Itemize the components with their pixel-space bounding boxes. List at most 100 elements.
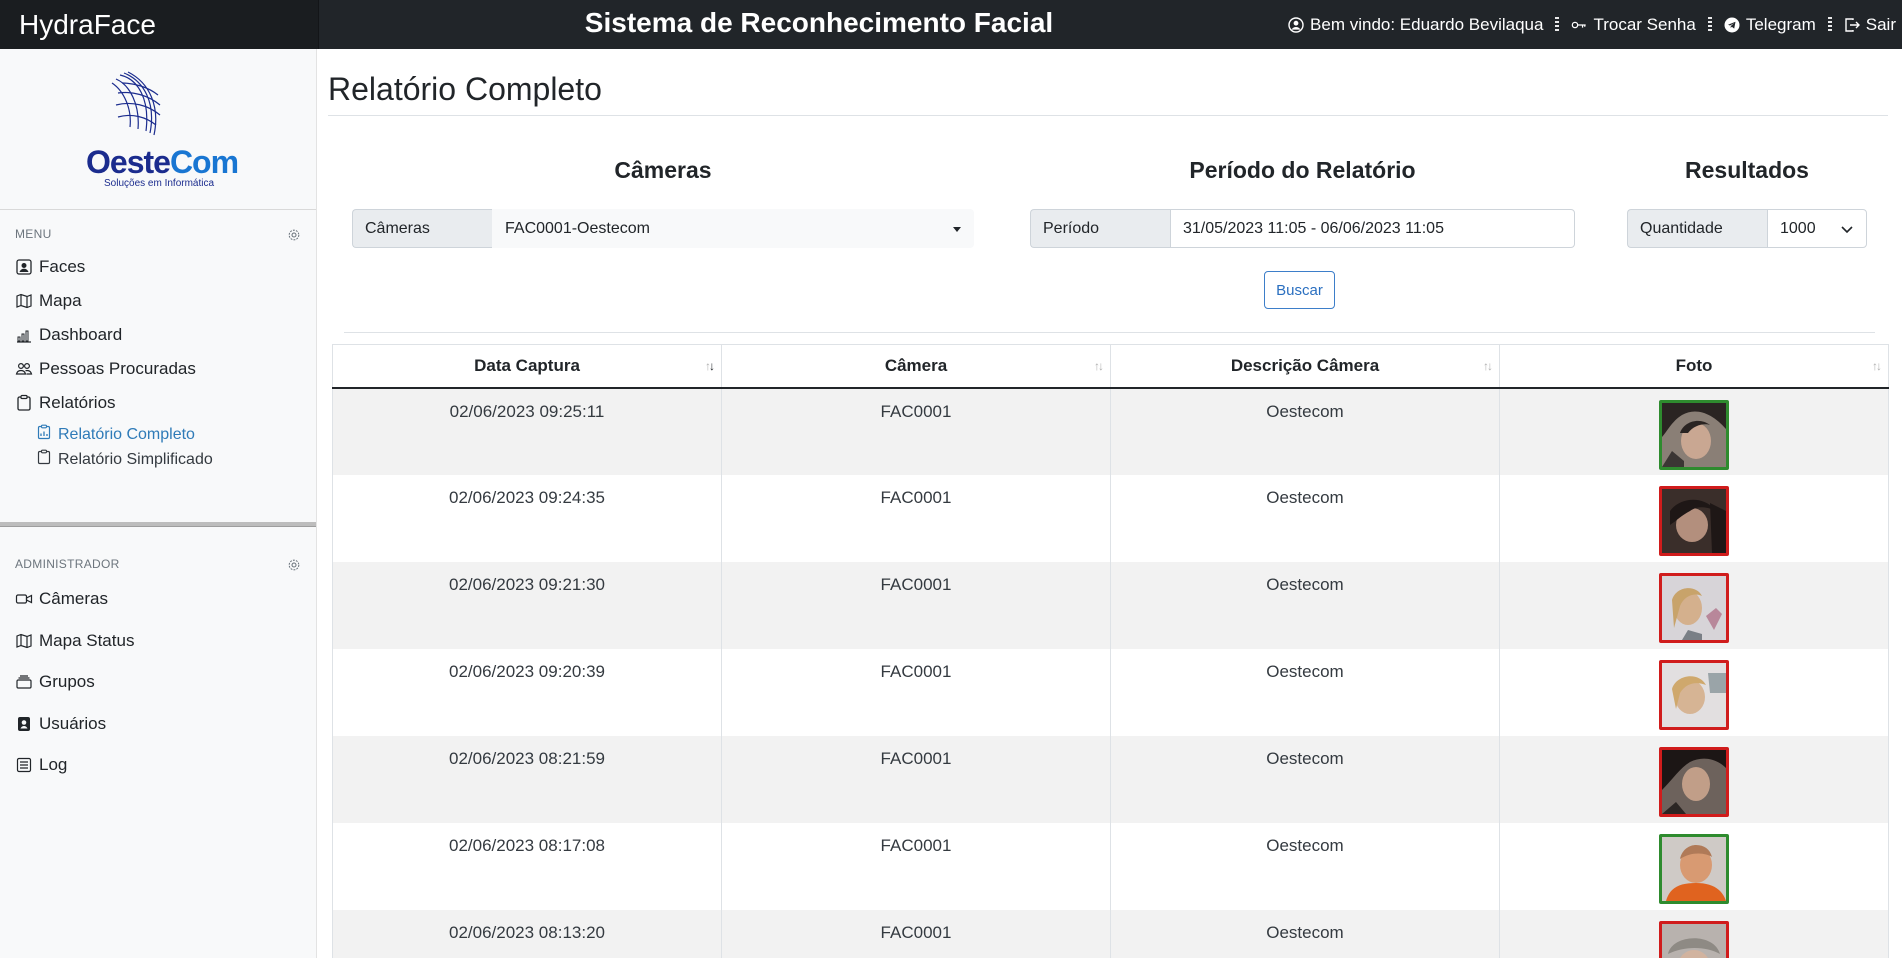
sidebar-item-label: Dashboard <box>39 325 123 344</box>
cameras-filter-group: Câmeras FAC0001-Oestecom <box>352 209 974 248</box>
title-divider <box>328 115 1888 116</box>
face-thumbnail[interactable] <box>1659 833 1729 904</box>
search-button[interactable]: Buscar <box>1264 271 1335 309</box>
cell-description: Oestecom <box>1110 822 1500 910</box>
period-filter-group: Período 31/05/2023 11:05 - 06/06/2023 11… <box>1030 209 1575 248</box>
sidebar-item-mapa-status[interactable]: Mapa Status <box>15 631 134 651</box>
table-row: 02/06/2023 09:24:35 FAC0001 Oestecom <box>332 474 1889 562</box>
cell-description: Oestecom <box>1110 909 1500 958</box>
nav-separator <box>1707 16 1712 33</box>
column-header-camera[interactable]: Câmera ↑↓ <box>721 344 1111 389</box>
sidebar-subitem-relatorio-completo[interactable]: Relatório Completo <box>36 424 195 445</box>
change-password-link[interactable]: Trocar Senha <box>1565 15 1701 35</box>
sidebar-item-label: Mapa <box>39 291 82 310</box>
cell-photo <box>1499 822 1889 910</box>
brand-logo-text[interactable]: HydraFace <box>0 0 319 49</box>
results-table: Data Captura ↑↓ Câmera ↑↓ Descrição Câmera… <box>332 344 1889 958</box>
clipboard-icon <box>36 449 52 470</box>
telegram-icon <box>1724 17 1740 33</box>
table-row: 02/06/2023 08:21:59 FAC0001 Oestecom <box>332 735 1889 823</box>
sort-icon: ↑↓ <box>1483 359 1493 373</box>
table-row: 02/06/2023 09:20:39 FAC0001 Oestecom <box>332 648 1889 736</box>
sidebar-item-label: Mapa Status <box>39 631 135 650</box>
face-thumbnail[interactable] <box>1659 485 1729 556</box>
journal-icon <box>15 756 33 774</box>
company-logo: OesteCom Soluções em Informática <box>0 49 316 209</box>
admin-section-header: ADMINISTRADOR <box>15 557 120 571</box>
sidebar-item-mapa[interactable]: Mapa <box>15 291 82 311</box>
sidebar-item-grupos[interactable]: Grupos <box>15 672 95 692</box>
column-header-data-captura[interactable]: Data Captura ↑↓ <box>332 344 722 389</box>
sort-icon: ↑↓ <box>1872 359 1882 373</box>
sidebar-divider <box>0 209 316 210</box>
sidebar-item-faces[interactable]: Faces <box>15 257 85 277</box>
face-thumbnail[interactable] <box>1659 746 1729 817</box>
sidebar-section-divider <box>0 522 316 527</box>
sidebar-item-cameras[interactable]: Câmeras <box>15 589 108 609</box>
column-header-descricao-camera[interactable]: Descrição Câmera ↑↓ <box>1110 344 1500 389</box>
face-thumbnail[interactable] <box>1659 920 1729 958</box>
logo-tagline: Soluções em Informática <box>104 178 215 189</box>
sidebar-item-label: Faces <box>39 257 86 276</box>
sidebar-item-usuarios[interactable]: Usuários <box>15 714 106 734</box>
person-circle-icon <box>1288 16 1304 33</box>
cell-photo <box>1499 561 1889 649</box>
globe-logo-icon <box>111 71 161 136</box>
quantity-select[interactable]: 1000 <box>1767 209 1867 248</box>
sidebar-item-pessoas-procuradas[interactable]: Pessoas Procuradas <box>15 359 196 379</box>
telegram-link[interactable]: Telegram <box>1718 15 1822 35</box>
person-badge-icon <box>15 258 33 276</box>
sidebar-item-relatorios[interactable]: Relatórios <box>15 393 116 413</box>
cameras-select[interactable]: FAC0001-Oestecom <box>492 209 974 248</box>
cell-description: Oestecom <box>1110 387 1500 475</box>
welcome-user-link[interactable]: Bem vindo: Eduardo Bevilaqua <box>1282 15 1549 35</box>
clipboard-icon <box>15 394 33 412</box>
cell-date: 02/06/2023 08:21:59 <box>332 735 722 823</box>
menu-section-header: MENU <box>15 227 52 241</box>
gear-icon[interactable] <box>287 558 301 572</box>
sidebar-item-log[interactable]: Log <box>15 755 67 775</box>
cell-date: 02/06/2023 09:25:11 <box>332 387 722 475</box>
cell-description: Oestecom <box>1110 735 1500 823</box>
main-content: Relatório Completo Câmeras Câmeras FAC00… <box>317 49 1902 958</box>
cell-photo <box>1499 387 1889 475</box>
caret-down-icon <box>953 227 961 232</box>
welcome-label: Bem vindo: Eduardo Bevilaqua <box>1310 14 1544 34</box>
logo-wrap: OesteCom Soluções em Informática <box>78 69 239 189</box>
gear-icon[interactable] <box>287 228 301 242</box>
face-thumbnail[interactable] <box>1659 399 1729 470</box>
bar-chart-icon <box>15 326 33 344</box>
chevron-down-icon <box>1841 226 1853 234</box>
change-password-label: Trocar Senha <box>1593 14 1696 34</box>
face-thumbnail[interactable] <box>1659 572 1729 643</box>
column-header-foto[interactable]: Foto ↑↓ <box>1499 344 1889 389</box>
cell-date: 02/06/2023 09:21:30 <box>332 561 722 649</box>
cell-description: Oestecom <box>1110 648 1500 736</box>
nav-separator <box>1555 16 1560 33</box>
logo-wordmark: OesteCom <box>86 144 239 180</box>
period-daterange-input[interactable]: 31/05/2023 11:05 - 06/06/2023 11:05 <box>1170 209 1575 248</box>
cameras-select-value: FAC0001-Oestecom <box>505 219 650 237</box>
cell-camera: FAC0001 <box>721 561 1111 649</box>
sidebar-subitem-relatorio-simplificado[interactable]: Relatório Simplificado <box>36 449 213 470</box>
cell-photo <box>1499 909 1889 958</box>
camera-video-icon <box>15 590 33 608</box>
sidebar-item-label: Grupos <box>39 672 95 691</box>
telegram-label: Telegram <box>1745 14 1816 34</box>
cell-camera: FAC0001 <box>721 909 1111 958</box>
cell-photo <box>1499 735 1889 823</box>
sidebar-item-dashboard[interactable]: Dashboard <box>15 325 122 345</box>
table-row: 02/06/2023 08:13:20 FAC0001 Oestecom <box>332 909 1889 958</box>
table-row: 02/06/2023 09:25:11 FAC0001 Oestecom <box>332 387 1889 475</box>
person-square-icon <box>15 715 33 733</box>
results-filter-heading: Resultados <box>1685 157 1809 183</box>
logout-link[interactable]: Sair <box>1838 15 1902 35</box>
face-thumbnail[interactable] <box>1659 659 1729 730</box>
map-icon <box>15 632 33 650</box>
cell-date: 02/06/2023 08:17:08 <box>332 822 722 910</box>
clipboard-data-icon <box>36 424 52 445</box>
cell-date: 02/06/2023 08:13:20 <box>332 909 722 958</box>
people-icon <box>15 360 33 378</box>
key-icon <box>1571 17 1587 33</box>
sidebar-subitem-label: Relatório Completo <box>58 425 195 443</box>
